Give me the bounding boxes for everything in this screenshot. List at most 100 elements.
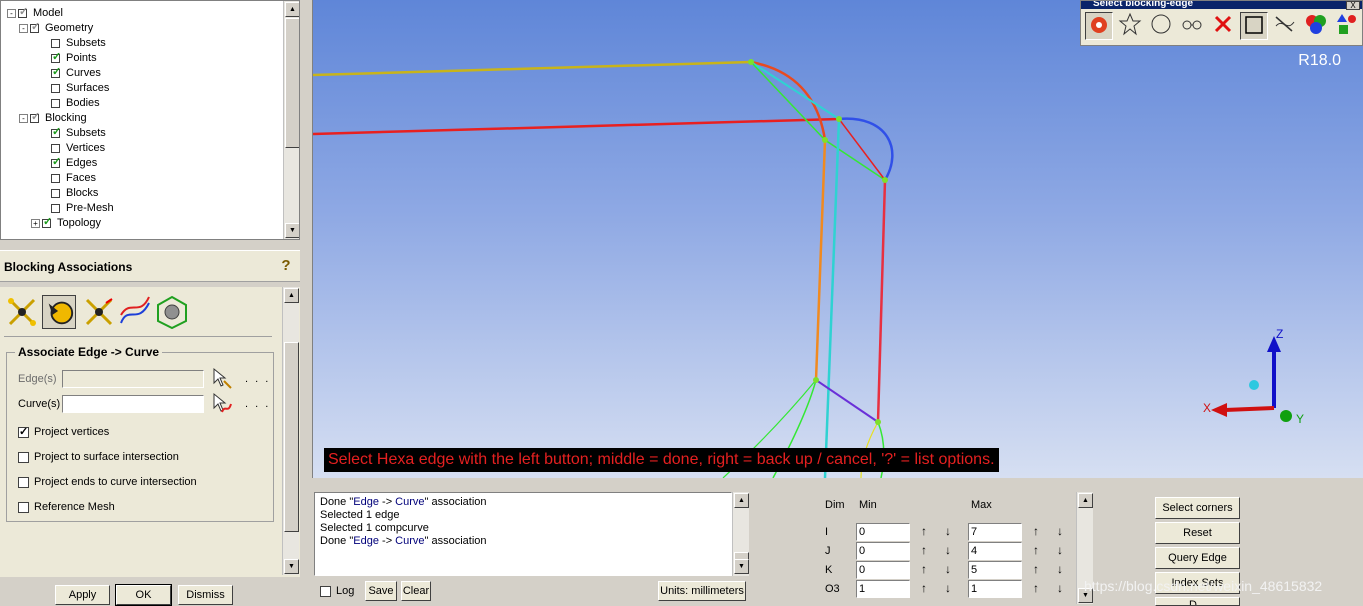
apply-button[interactable]: Apply xyxy=(55,585,110,605)
max-o3-down-button[interactable]: ↓ xyxy=(1051,580,1069,598)
edges-field[interactable] xyxy=(62,370,204,388)
project-ends-curve-intersection-checkbox[interactable]: Project ends to curve intersection xyxy=(18,474,197,490)
tree-item-edges[interactable]: Edges xyxy=(31,155,97,171)
max-j-down-button[interactable]: ↓ xyxy=(1051,542,1069,560)
min-o3-down-button[interactable]: ↓ xyxy=(939,580,957,598)
select-by-type-icon[interactable] xyxy=(1333,12,1361,40)
collapse-icon[interactable]: - xyxy=(7,9,16,18)
max-j-field[interactable] xyxy=(968,542,1022,560)
visibility-checkbox[interactable] xyxy=(51,204,60,213)
scroll-up-button[interactable]: ▲ xyxy=(284,288,299,303)
visibility-checkbox[interactable] xyxy=(51,174,60,183)
visibility-checkbox[interactable] xyxy=(30,110,40,125)
associate-edge-curve-icon[interactable] xyxy=(42,295,76,329)
tree-item-points[interactable]: Points xyxy=(31,50,97,66)
clear-button[interactable]: Clear xyxy=(401,581,431,601)
checkbox-box[interactable] xyxy=(18,424,29,440)
more-button[interactable]: D... xyxy=(1155,597,1240,606)
curves-field[interactable] xyxy=(62,395,204,413)
tree-item-pre-mesh[interactable]: Pre-Mesh xyxy=(31,201,114,216)
max-j-up-button[interactable]: ↑ xyxy=(1027,542,1045,560)
min-k-down-button[interactable]: ↓ xyxy=(939,561,957,579)
max-i-down-button[interactable]: ↓ xyxy=(1051,523,1069,541)
expand-icon[interactable]: + xyxy=(31,219,40,228)
select-by-circle-icon[interactable] xyxy=(1147,12,1175,40)
curves-more[interactable]: . . . xyxy=(245,398,270,410)
dismiss-button[interactable]: Dismiss xyxy=(178,585,233,605)
visibility-checkbox[interactable] xyxy=(51,84,60,93)
scroll-thumb[interactable] xyxy=(284,342,299,532)
scroll-down-button[interactable]: ▼ xyxy=(284,559,299,574)
checkbox-box[interactable] xyxy=(320,585,331,597)
visibility-checkbox[interactable] xyxy=(51,99,60,108)
associate-edge-surface-icon[interactable] xyxy=(82,295,116,329)
toggle-mode-icon[interactable] xyxy=(1116,12,1144,40)
max-k-down-button[interactable]: ↓ xyxy=(1051,561,1069,579)
tree-scrollbar[interactable]: ▲ ▼ xyxy=(283,1,299,239)
max-i-field[interactable] xyxy=(968,523,1022,541)
visibility-checkbox[interactable] xyxy=(51,189,60,198)
tree-item-faces[interactable]: Faces xyxy=(31,171,96,186)
edges-more[interactable]: . . . xyxy=(245,373,270,385)
select-by-part-icon[interactable] xyxy=(1302,12,1330,40)
scroll-thumb[interactable] xyxy=(285,18,299,148)
tree-item-curves[interactable]: Curves xyxy=(31,65,101,81)
min-j-down-button[interactable]: ↓ xyxy=(939,542,957,560)
max-k-up-button[interactable]: ↑ xyxy=(1027,561,1045,579)
min-i-field[interactable] xyxy=(856,523,910,541)
reference-mesh-checkbox[interactable]: Reference Mesh xyxy=(18,499,115,515)
tree-item-model[interactable]: - Model xyxy=(7,5,63,21)
min-k-up-button[interactable]: ↑ xyxy=(915,561,933,579)
save-button[interactable]: Save xyxy=(365,581,397,601)
max-o3-up-button[interactable]: ↑ xyxy=(1027,580,1045,598)
tree-item-bodies[interactable]: Bodies xyxy=(31,96,100,111)
visibility-checkbox[interactable] xyxy=(51,39,60,48)
select-all-edges-icon[interactable] xyxy=(1271,12,1299,40)
checkbox-box[interactable] xyxy=(18,476,29,488)
visibility-checkbox[interactable] xyxy=(51,125,61,140)
log-checkbox[interactable]: Log xyxy=(320,583,354,599)
visibility-checkbox[interactable] xyxy=(51,144,60,153)
help-icon[interactable]: ? xyxy=(278,257,294,275)
min-o3-field[interactable] xyxy=(856,580,910,598)
assoc-scrollbar[interactable]: ▲ ▼ xyxy=(282,287,299,575)
select-items-icon[interactable] xyxy=(1085,12,1113,40)
select-box-icon[interactable] xyxy=(1240,12,1268,40)
max-k-field[interactable] xyxy=(968,561,1022,579)
select-edges-icon[interactable] xyxy=(210,367,232,389)
associate-vertex-icon[interactable] xyxy=(5,295,39,329)
collapse-icon[interactable]: - xyxy=(19,24,28,33)
reset-button[interactable]: Reset xyxy=(1155,522,1240,544)
visibility-checkbox[interactable] xyxy=(51,65,61,80)
select-curves-icon[interactable] xyxy=(210,392,232,414)
query-edge-button[interactable]: Query Edge xyxy=(1155,547,1240,569)
max-i-up-button[interactable]: ↑ xyxy=(1027,523,1045,541)
visible-only-icon[interactable] xyxy=(1178,12,1206,40)
checkbox-box[interactable] xyxy=(18,501,29,513)
visibility-checkbox[interactable] xyxy=(51,155,61,170)
update-associations-icon[interactable] xyxy=(155,295,189,329)
project-vertices-checkbox[interactable]: Project vertices xyxy=(18,424,109,440)
min-j-field[interactable] xyxy=(856,542,910,560)
tree-item-surfaces[interactable]: Surfaces xyxy=(31,81,109,96)
scroll-down-button[interactable]: ▼ xyxy=(734,559,749,574)
max-o3-field[interactable] xyxy=(968,580,1022,598)
visibility-checkbox[interactable] xyxy=(51,50,61,65)
close-button[interactable]: X xyxy=(1346,1,1360,10)
visibility-checkbox[interactable] xyxy=(18,5,28,20)
visibility-checkbox[interactable] xyxy=(42,215,52,230)
scroll-up-button[interactable]: ▲ xyxy=(734,493,749,508)
min-i-up-button[interactable]: ↑ xyxy=(915,523,933,541)
scroll-down-button[interactable]: ▼ xyxy=(285,223,299,238)
ok-button[interactable]: OK xyxy=(115,584,172,606)
message-scrollbar[interactable]: ▲ ▼ xyxy=(732,492,749,576)
axis-triad[interactable]: Z X Y xyxy=(1203,320,1323,430)
graphics-viewport[interactable]: R18.0 Z X Y Select Hexa edge with the le… xyxy=(312,0,1363,478)
scroll-up-button[interactable]: ▲ xyxy=(1078,493,1093,508)
collapse-icon[interactable]: - xyxy=(19,114,28,123)
units-button[interactable]: Units: millimeters xyxy=(658,581,746,601)
tree-item-subsets[interactable]: Subsets xyxy=(31,36,106,51)
select-corners-button[interactable]: Select corners xyxy=(1155,497,1240,519)
project-surface-intersection-checkbox[interactable]: Project to surface intersection xyxy=(18,449,179,465)
snap-project-icon[interactable] xyxy=(118,295,152,329)
